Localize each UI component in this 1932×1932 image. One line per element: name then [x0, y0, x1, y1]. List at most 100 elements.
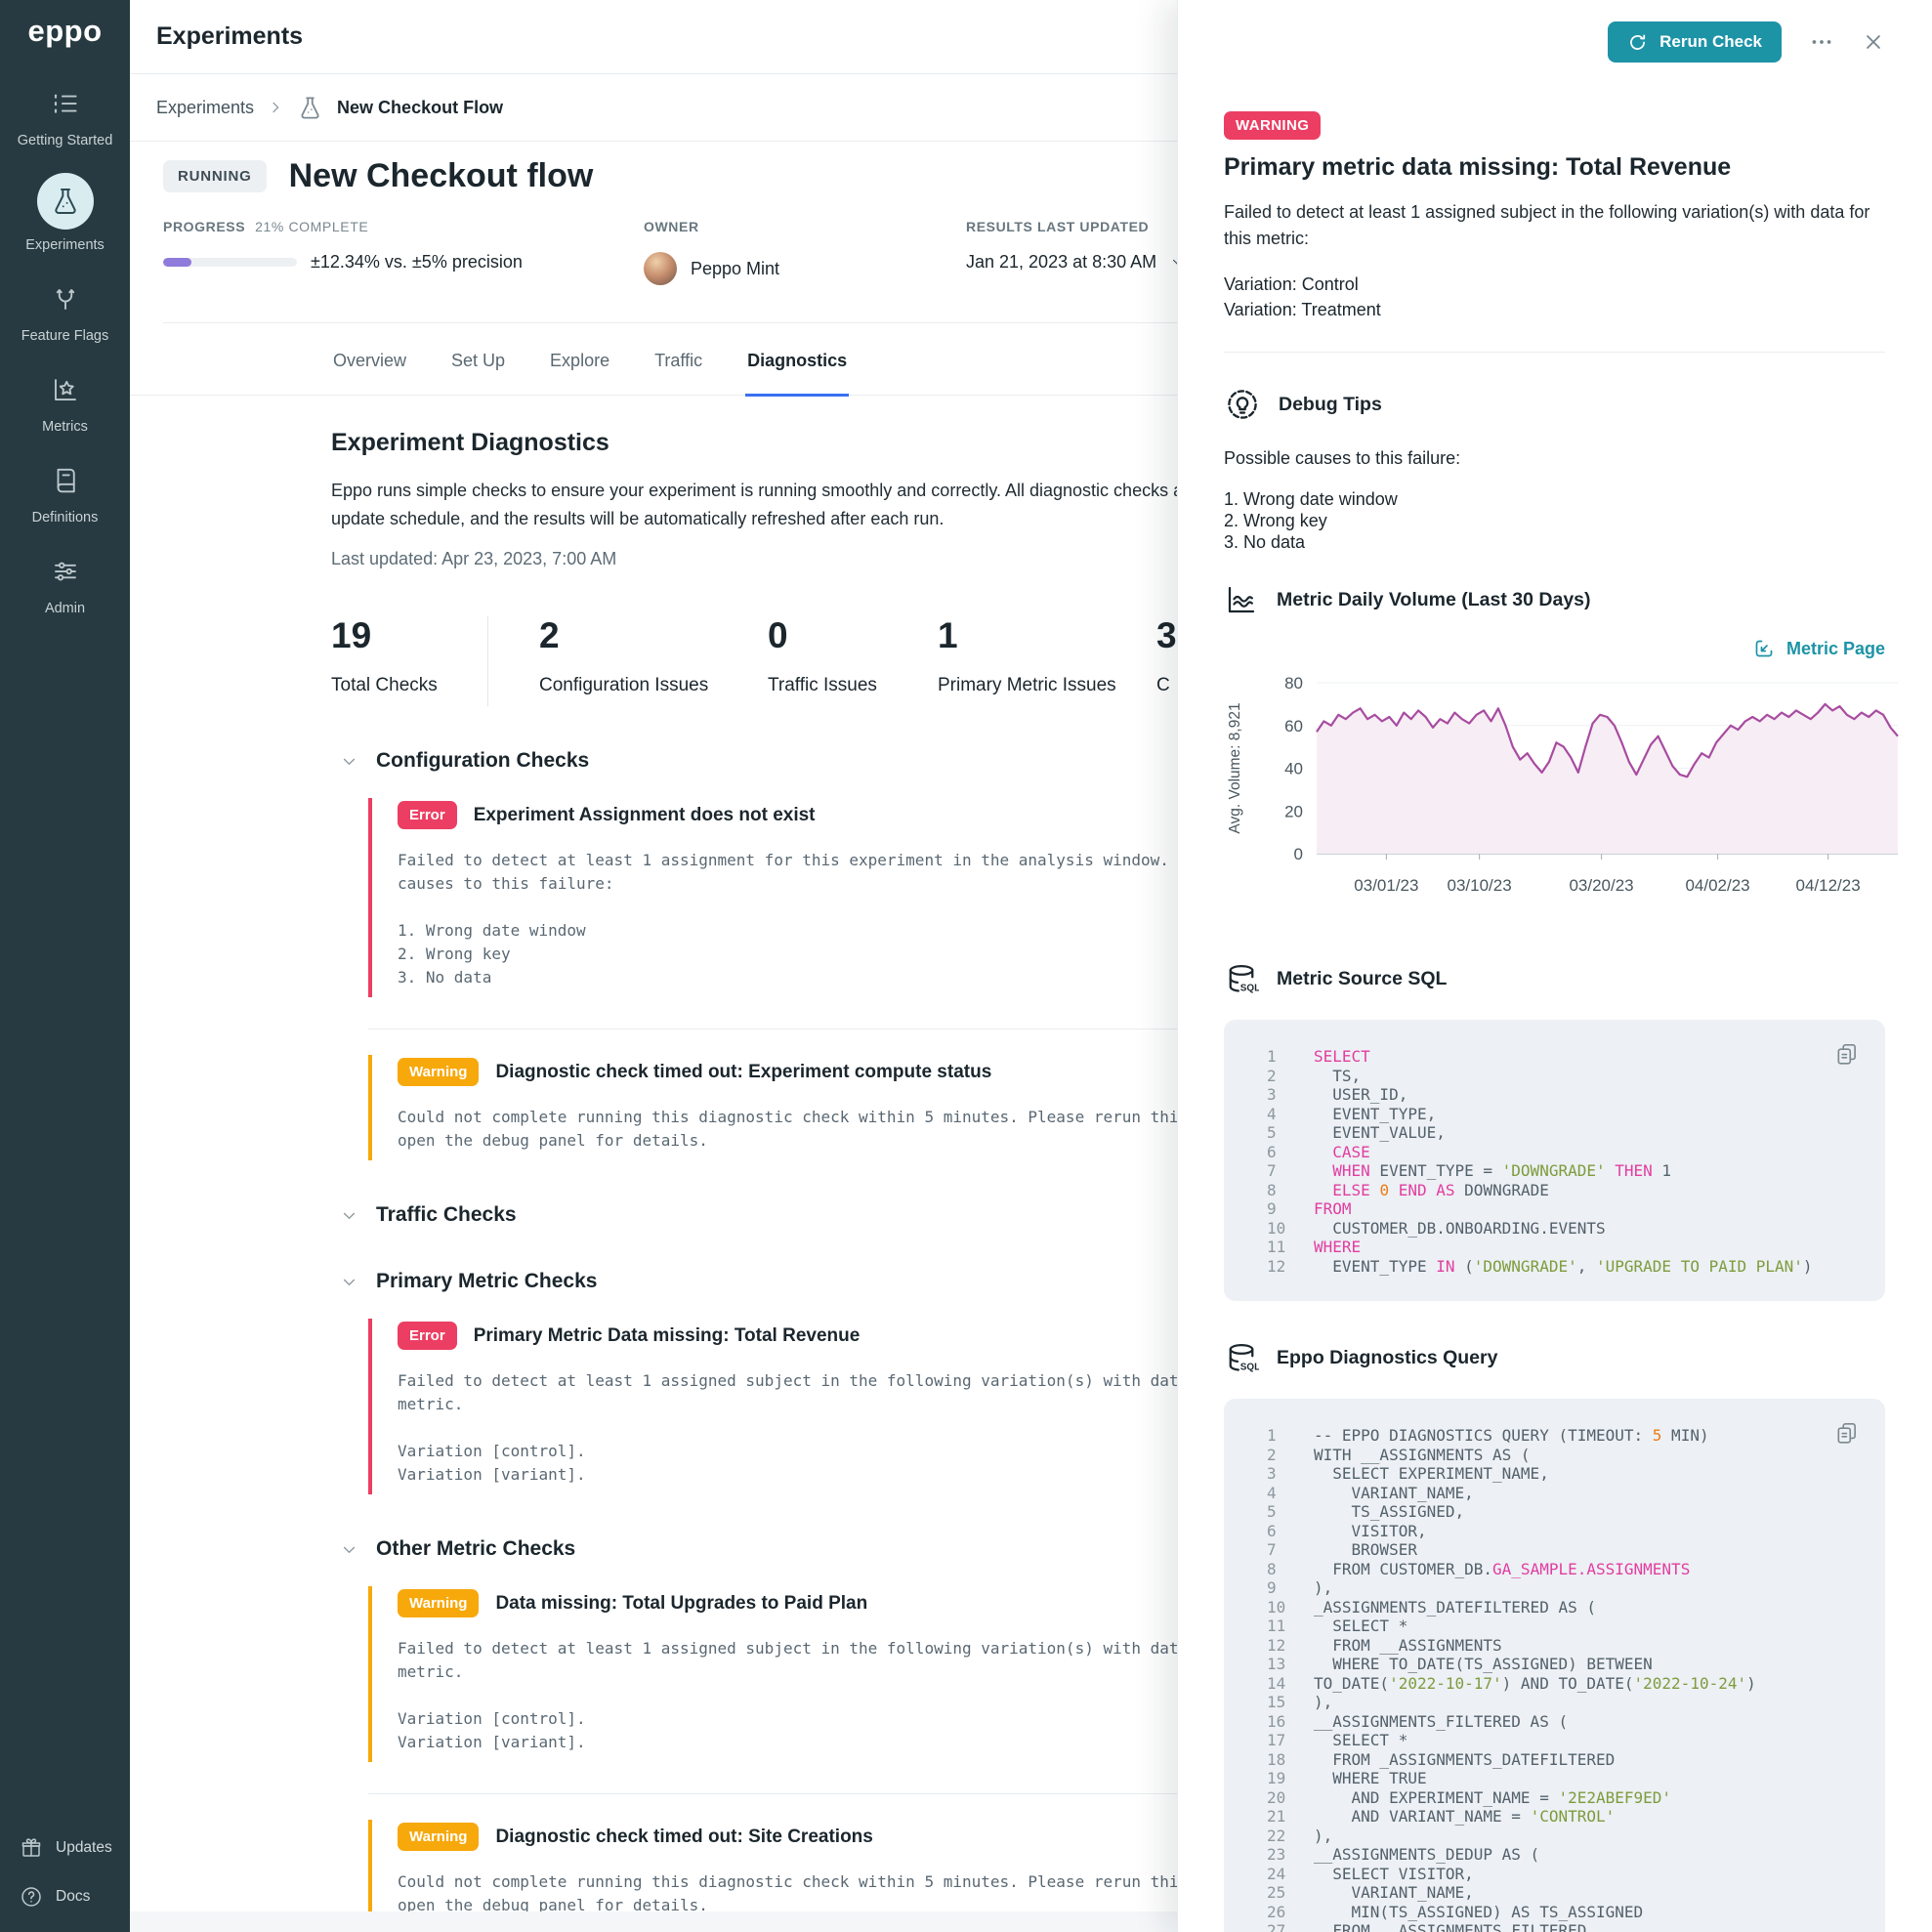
sidebar-item-updates[interactable]: Updates: [20, 1836, 130, 1860]
sidebar: eppo Getting Started Experiments Feature…: [0, 0, 130, 1932]
query-section-header: SQL Eppo Diagnostics Query: [1224, 1340, 1885, 1375]
chevron-down-icon: [341, 1541, 357, 1558]
code-line: 4 VARIANT_NAME,: [1224, 1484, 1885, 1503]
stat-label: Configuration Issues: [539, 675, 768, 696]
sidebar-item-docs[interactable]: Docs: [20, 1885, 130, 1909]
sidebar-item-label: Docs: [56, 1888, 90, 1906]
svg-text:Avg. Volume: 8,921: Avg. Volume: 8,921: [1227, 702, 1243, 833]
page-title: Experiments: [156, 22, 303, 51]
code-line: 1SELECT: [1224, 1047, 1885, 1067]
fork-icon: [51, 277, 80, 320]
flask-icon: [37, 173, 94, 230]
tab-overview[interactable]: Overview: [331, 323, 408, 395]
code-line: 23__ASSIGNMENTS_DEDUP AS (: [1224, 1845, 1885, 1865]
results-updated-value: Jan 21, 2023 at 8:30 AM: [966, 252, 1156, 273]
svg-text:80: 80: [1284, 674, 1303, 693]
line-chart-icon: [1224, 582, 1259, 617]
svg-text:SQL: SQL: [1240, 984, 1259, 994]
expand-icon: [1752, 637, 1776, 660]
variation-line: Variation: Treatment: [1224, 297, 1885, 322]
sidebar-item-getting-started[interactable]: Getting Started: [0, 82, 130, 148]
chevron-right-icon: [268, 100, 283, 115]
tab-set-up[interactable]: Set Up: [449, 323, 507, 395]
stat-primary-metric-issues: 1Primary Metric Issues: [938, 616, 1156, 696]
cause-line: 1. Wrong date window: [1224, 488, 1885, 510]
rerun-check-button[interactable]: Rerun Check: [1608, 21, 1782, 63]
chevron-down-icon: [341, 1207, 357, 1224]
tab-explore[interactable]: Explore: [548, 323, 611, 395]
chevron-down-icon: [341, 1274, 357, 1290]
check-title: Primary Metric Data missing: Total Reven…: [474, 1325, 861, 1347]
metric-page-label: Metric Page: [1786, 639, 1885, 659]
panel-divider: [1224, 352, 1885, 353]
progress-bar: [163, 258, 297, 267]
sidebar-item-label: Getting Started: [18, 133, 113, 148]
owner-label: OWNER: [644, 219, 966, 234]
eppo-logo[interactable]: eppo: [27, 14, 102, 49]
sliders-icon: [51, 550, 80, 593]
svg-text:04/12/23: 04/12/23: [1796, 876, 1861, 895]
code-line: 24 SELECT VISITOR,: [1224, 1865, 1885, 1884]
more-menu-button[interactable]: [1809, 29, 1834, 55]
sidebar-item-label: Experiments: [25, 237, 105, 253]
sidebar-item-admin[interactable]: Admin: [0, 550, 130, 616]
svg-text:04/02/23: 04/02/23: [1685, 876, 1749, 895]
stat-value: 0: [768, 616, 938, 655]
code-line: 25 VARIANT_NAME,: [1224, 1883, 1885, 1903]
database-sql-icon: SQL: [1224, 1340, 1259, 1375]
copy-icon[interactable]: [1834, 1420, 1860, 1446]
code-line: 15),: [1224, 1693, 1885, 1712]
code-line: 3 SELECT EXPERIMENT_NAME,: [1224, 1464, 1885, 1484]
query-section-title: Eppo Diagnostics Query: [1277, 1347, 1497, 1369]
debug-tips-intro: Possible causes to this failure:: [1224, 448, 1885, 469]
database-sql-icon: SQL: [1224, 961, 1259, 996]
close-button[interactable]: [1862, 30, 1885, 54]
app-root: eppo Getting Started Experiments Feature…: [0, 0, 1932, 1932]
copy-icon[interactable]: [1834, 1041, 1860, 1067]
book-icon: [51, 459, 80, 502]
stat-divider: [487, 616, 488, 706]
code-line: 9FROM: [1224, 1199, 1885, 1219]
code-line: 18 FROM _ASSIGNMENTS_DATEFILTERED: [1224, 1750, 1885, 1770]
tab-diagnostics[interactable]: Diagnostics: [745, 323, 849, 397]
tab-traffic[interactable]: Traffic: [652, 323, 704, 395]
severity-badge: Warning: [398, 1823, 479, 1851]
breadcrumb-root[interactable]: Experiments: [156, 98, 254, 118]
svg-text:40: 40: [1284, 760, 1303, 778]
severity-badge: Warning: [398, 1058, 479, 1086]
code-line: 1-- EPPO DIAGNOSTICS QUERY (TIMEOUT: 5 M…: [1224, 1426, 1885, 1446]
code-line: 2WITH __ASSIGNMENTS AS (: [1224, 1446, 1885, 1465]
code-line: 9),: [1224, 1578, 1885, 1598]
code-line: 19 WHERE TRUE: [1224, 1769, 1885, 1788]
svg-text:03/20/23: 03/20/23: [1569, 876, 1633, 895]
sidebar-item-label: Feature Flags: [21, 328, 108, 344]
code-line: 20 AND EXPERIMENT_NAME = '2E2ABEF9ED': [1224, 1788, 1885, 1808]
sidebar-item-metrics[interactable]: Metrics: [0, 368, 130, 435]
sidebar-item-experiments[interactable]: Experiments: [0, 173, 130, 253]
metric-page-link[interactable]: Metric Page: [1752, 637, 1885, 660]
chevron-down-icon: [341, 753, 357, 770]
stat-value: 2: [539, 616, 768, 655]
stat-value: 19: [331, 616, 487, 655]
rerun-check-label: Rerun Check: [1659, 32, 1762, 52]
stat-traffic-issues: 0Traffic Issues: [768, 616, 938, 696]
sidebar-item-feature-flags[interactable]: Feature Flags: [0, 277, 130, 344]
owner-block: OWNER Peppo Mint: [644, 219, 966, 285]
results-updated-dropdown[interactable]: Jan 21, 2023 at 8:30 AM: [966, 252, 1187, 273]
svg-text:03/01/23: 03/01/23: [1354, 876, 1418, 895]
section-title: Traffic Checks: [376, 1203, 517, 1227]
code-line: 7 WHEN EVENT_TYPE = 'DOWNGRADE' THEN 1: [1224, 1161, 1885, 1181]
list-icon: [51, 82, 80, 125]
code-line: 8 FROM CUSTOMER_DB.GA_SAMPLE.ASSIGNMENTS: [1224, 1560, 1885, 1579]
code-line: 3 USER_ID,: [1224, 1085, 1885, 1105]
status-badge: RUNNING: [163, 160, 267, 192]
sql-section-title: Metric Source SQL: [1277, 968, 1447, 990]
cause-line: 3. No data: [1224, 531, 1885, 553]
debug-tips-causes: 1. Wrong date window 2. Wrong key 3. No …: [1224, 488, 1885, 553]
owner-avatar: [644, 252, 677, 285]
sidebar-item-definitions[interactable]: Definitions: [0, 459, 130, 525]
owner-name: Peppo Mint: [691, 259, 779, 279]
metric-volume-chart: 80604020003/01/2303/10/2303/20/2304/02/2…: [1224, 668, 1900, 912]
sidebar-item-label: Definitions: [32, 510, 99, 525]
code-line: 8 ELSE 0 END AS DOWNGRADE: [1224, 1181, 1885, 1200]
